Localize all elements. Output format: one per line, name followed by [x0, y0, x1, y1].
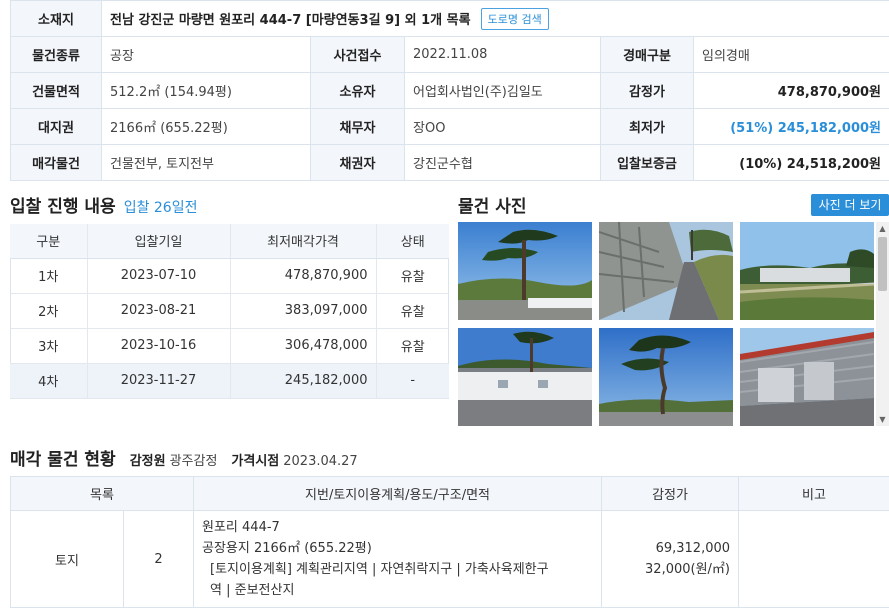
bid-round: 2차	[10, 293, 88, 329]
table-row-current: 4차 2023-11-27 245,182,000 -	[10, 363, 449, 399]
case-filed-label: 사건접수	[310, 36, 405, 73]
photo-white-building-pine[interactable]	[458, 328, 592, 426]
bid-min-price: 306,478,000	[230, 328, 377, 364]
creditor-label: 채권자	[310, 144, 405, 181]
sale-header-appraisal: 감정가	[601, 476, 740, 511]
building-area-value: 512.2㎡ (154.94평)	[101, 72, 311, 109]
sale-item-no: 2	[122, 510, 195, 608]
appraiser-value: 광주감정	[169, 454, 218, 469]
owner-label: 소유자	[310, 72, 405, 109]
bid-round: 4차	[10, 363, 88, 399]
price-date-value: 2023.04.27	[283, 454, 358, 469]
scroll-thumb[interactable]	[878, 237, 887, 291]
photo-large-pine-tree[interactable]	[599, 328, 733, 426]
sale-header-detail: 지번/토지이용계획/용도/구조/면적	[193, 476, 603, 511]
bidding-title: 입찰 진행 내용	[10, 197, 116, 217]
photos-section-title: 물건 사진	[458, 197, 527, 217]
scroll-down-icon[interactable]: ▼	[876, 413, 889, 426]
sale-item-type: 토지	[10, 510, 124, 608]
photo-scrollbar[interactable]: ▲ ▼	[876, 222, 889, 426]
sale-header-list: 목록	[9, 476, 195, 511]
owner-value: 어업회사법인(주)김일도	[404, 72, 601, 109]
appraiser-label: 감정원	[129, 454, 166, 469]
photo-grid	[458, 222, 876, 426]
deposit-label: 입찰보증금	[600, 144, 694, 181]
table-row: 2차 2023-08-21 383,097,000 유찰	[10, 293, 449, 329]
auction-type-value: 임의경매	[693, 36, 889, 73]
detail-line: 원포리 444-7	[202, 520, 280, 535]
price-date-label: 가격시점	[231, 454, 280, 469]
min-price-value: (51%) 245,182,000원	[693, 108, 889, 145]
building-area-label: 건물면적	[10, 72, 102, 109]
bid-min-price: 478,870,900	[230, 258, 377, 294]
more-photos-button[interactable]: 사진 더 보기	[811, 194, 889, 216]
bid-date: 2023-08-21	[87, 293, 231, 329]
address-text: 전남 강진군 마량면 원포리 444-7 [마량연동3길 9] 외 1개 목록	[110, 12, 471, 28]
bid-status: 유찰	[376, 293, 449, 329]
bidding-days-left: 입찰 26일전	[123, 200, 198, 216]
debtor-label: 채무자	[310, 108, 405, 145]
table-row: 1차 2023-07-10 478,870,900 유찰	[10, 258, 449, 294]
sale-title: 매각 물건 현황	[10, 450, 116, 470]
sale-items-label: 매각물건	[10, 144, 102, 181]
scroll-up-icon[interactable]: ▲	[876, 222, 889, 235]
bid-date: 2023-07-10	[87, 258, 231, 294]
photo-stone-wall-road[interactable]	[599, 222, 733, 320]
bidding-table: 구분 입찰기일 최저매각가격 상태 1차 2023-07-10 478,870,…	[10, 224, 449, 399]
min-price-label: 최저가	[600, 108, 694, 145]
photo-metal-warehouse[interactable]	[740, 328, 874, 426]
land-right-value: 2166㎡ (655.22평)	[101, 108, 311, 145]
bidding-section-title: 입찰 진행 내용 입찰 26일전	[10, 192, 197, 217]
photo-fenced-field[interactable]	[740, 222, 874, 320]
unit-price: 32,000(원/㎡)	[645, 562, 731, 577]
sale-header-note: 비고	[738, 476, 889, 511]
land-right-label: 대지권	[10, 108, 102, 145]
case-filed-value: 2022.11.08	[404, 36, 601, 73]
debtor-value: 장OO	[404, 108, 601, 145]
appraisal-amount: 69,312,000	[655, 541, 731, 556]
property-type-value: 공장	[101, 36, 311, 73]
bid-round: 1차	[10, 258, 88, 294]
bid-header-min-price: 최저매각가격	[230, 224, 377, 259]
bid-date: 2023-11-27	[87, 363, 231, 399]
bid-min-price: 383,097,000	[230, 293, 377, 329]
bid-header-round: 구분	[10, 224, 88, 259]
appraisal-label: 감정가	[600, 72, 694, 109]
property-info-table: 소재지 전남 강진군 마량면 원포리 444-7 [마량연동3길 9] 외 1개…	[10, 0, 889, 181]
appraisal-value: 478,870,900원	[693, 72, 889, 109]
sale-item-detail: 원포리 444-7 공장용지 2166㎡ (655.22평) [토지이용계획] …	[193, 510, 603, 608]
detail-line: 공장용지 2166㎡ (655.22평)	[202, 541, 372, 556]
sale-section-title: 매각 물건 현황 감정원 광주감정 가격시점 2023.04.27	[10, 445, 358, 470]
sale-item-note	[738, 510, 889, 608]
bid-date: 2023-10-16	[87, 328, 231, 364]
bid-status: 유찰	[376, 328, 449, 364]
bid-status: -	[376, 363, 449, 399]
road-name-search-button[interactable]: 도로명 검색	[480, 7, 549, 30]
sale-items-value: 건물전부, 토지전부	[101, 144, 311, 181]
property-type-label: 물건종류	[10, 36, 102, 73]
table-row: 3차 2023-10-16 306,478,000 유찰	[10, 328, 449, 364]
auction-type-label: 경매구분	[600, 36, 694, 73]
sale-item-price: 69,312,000 32,000(원/㎡)	[601, 510, 740, 608]
creditor-value: 강진군수협	[404, 144, 601, 181]
table-row: 토지 2 원포리 444-7 공장용지 2166㎡ (655.22평) [토지이…	[10, 510, 889, 608]
bid-status: 유찰	[376, 258, 449, 294]
bid-header-date: 입찰기일	[87, 224, 231, 259]
detail-line: 역 | 준보전산지	[210, 583, 295, 598]
bid-round: 3차	[10, 328, 88, 364]
deposit-value: (10%) 24,518,200원	[693, 144, 889, 181]
address-label: 소재지	[10, 0, 102, 37]
detail-line: [토지이용계획] 계획관리지역 | 자연취락지구 | 가축사육제한구	[210, 562, 549, 577]
photo-pine-tree-lot[interactable]	[458, 222, 592, 320]
sale-items-table: 목록 지번/토지이용계획/용도/구조/면적 감정가 비고 토지 2 원포리 44…	[9, 476, 889, 608]
bid-min-price: 245,182,000	[230, 363, 377, 399]
bid-header-status: 상태	[376, 224, 449, 259]
